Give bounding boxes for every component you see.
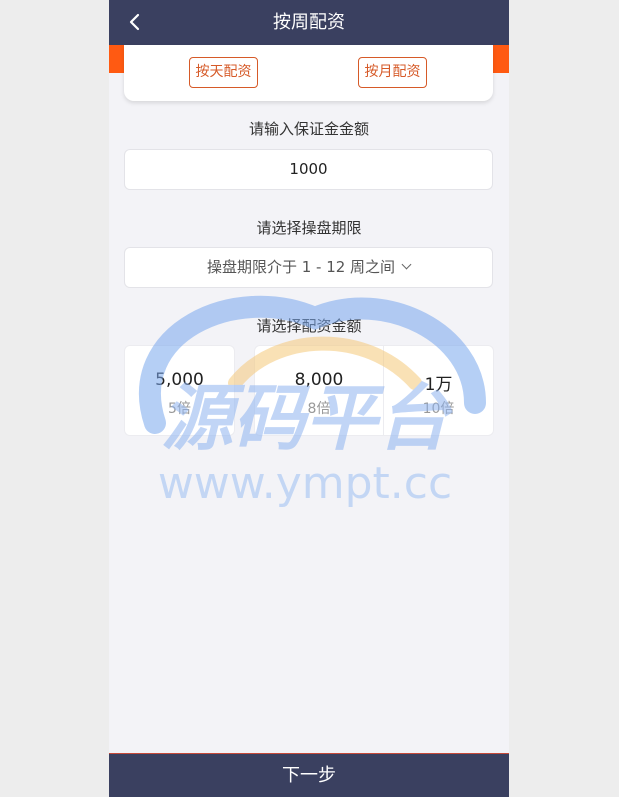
period-select-value: 操盘期限介于 1 - 12 周之间 (206, 258, 396, 276)
amount-value: 1万 (424, 375, 453, 395)
deposit-label: 请输入保证金金额 (248, 120, 369, 138)
phone-screen: 按周配资 按天配资 按月配资 请输入保证金金额 1000 请选择操盘期限 操盘期… (109, 0, 509, 797)
amount-multiple: 5倍 (168, 401, 191, 417)
amount-value: 8,000 (294, 370, 344, 390)
watermark-url: www.ympt.cc (158, 458, 452, 509)
chevron-down-icon (401, 259, 412, 270)
monthly-financing-button[interactable]: 按月配资 (358, 57, 427, 88)
amount-value: 5,000 (155, 370, 204, 390)
financing-type-card: 按天配资 按月配资 (124, 45, 493, 101)
top-nav-bar: 按周配资 (109, 0, 509, 45)
period-select[interactable]: 操盘期限介于 1 - 12 周之间 (124, 247, 493, 288)
amount-option-10000[interactable]: 1万 10倍 (383, 345, 494, 436)
next-step-button[interactable]: 下一步 (109, 753, 509, 797)
daily-financing-button[interactable]: 按天配资 (189, 57, 258, 88)
page-title: 按周配资 (273, 12, 345, 33)
period-label: 请选择操盘期限 (256, 219, 362, 237)
amount-option-5000[interactable]: 5,000 5倍 (124, 345, 235, 436)
amount-label: 请选择配资金额 (256, 317, 362, 335)
deposit-input[interactable]: 1000 (124, 149, 493, 190)
amount-multiple: 8倍 (307, 401, 331, 417)
amount-multiple: 10倍 (422, 401, 455, 417)
amount-option-8000[interactable]: 8,000 8倍 (254, 345, 384, 436)
